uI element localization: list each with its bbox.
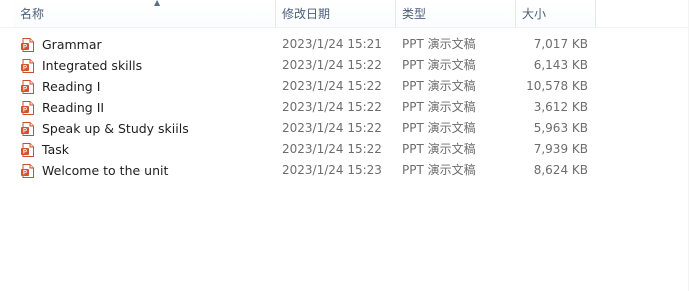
powerpoint-file-icon: P: [21, 38, 34, 52]
file-row[interactable]: P Grammar 2023/1/24 15:21 PPT 演示文稿 7,017…: [0, 34, 689, 55]
column-header-size-label: 大小: [522, 7, 547, 21]
file-name: Integrated skills: [42, 58, 143, 73]
file-date: 2023/1/24 15:23: [282, 163, 382, 177]
svg-text:P: P: [23, 87, 27, 93]
powerpoint-file-icon: P: [21, 143, 34, 157]
file-size: 5,963 KB: [533, 121, 588, 135]
svg-text:P: P: [23, 45, 27, 51]
file-row[interactable]: P Task 2023/1/24 15:22 PPT 演示文稿 7,939 KB: [0, 139, 689, 160]
svg-text:P: P: [23, 66, 27, 72]
file-size: 7,017 KB: [533, 37, 588, 51]
file-name: Reading II: [42, 100, 105, 115]
file-date: 2023/1/24 15:22: [282, 100, 382, 114]
file-size: 10,578 KB: [526, 79, 588, 93]
file-size: 7,939 KB: [533, 142, 588, 156]
column-header-size[interactable]: 大小: [516, 0, 596, 28]
column-header-date-label: 修改日期: [282, 7, 331, 21]
file-type: PPT 演示文稿: [402, 37, 476, 51]
column-header-bar: 名称 ▲ 修改日期 类型 大小: [0, 0, 689, 28]
file-name: Speak up & Study skiils: [42, 121, 189, 136]
sort-ascending-icon: ▲: [154, 0, 161, 7]
svg-text:P: P: [23, 108, 27, 114]
column-header-name[interactable]: 名称 ▲: [14, 0, 276, 28]
file-date: 2023/1/24 15:22: [282, 79, 382, 93]
svg-text:P: P: [23, 171, 27, 177]
powerpoint-file-icon: P: [21, 59, 34, 73]
file-row[interactable]: P Reading I 2023/1/24 15:22 PPT 演示文稿 10,…: [0, 76, 689, 97]
file-date: 2023/1/24 15:22: [282, 121, 382, 135]
file-type: PPT 演示文稿: [402, 121, 476, 135]
powerpoint-file-icon: P: [21, 101, 34, 115]
file-row[interactable]: P Welcome to the unit 2023/1/24 15:23 PP…: [0, 160, 689, 181]
file-size: 3,612 KB: [533, 100, 588, 114]
file-row[interactable]: P Speak up & Study skiils 2023/1/24 15:2…: [0, 118, 689, 139]
file-name: Task: [42, 142, 69, 157]
column-header-name-label: 名称: [20, 7, 45, 21]
file-name: Grammar: [42, 37, 102, 52]
file-type: PPT 演示文稿: [402, 58, 476, 72]
file-name: Reading I: [42, 79, 101, 94]
column-header-date[interactable]: 修改日期: [276, 0, 396, 28]
file-date: 2023/1/24 15:22: [282, 142, 382, 156]
file-size: 6,143 KB: [533, 58, 588, 72]
svg-text:P: P: [23, 150, 27, 156]
powerpoint-file-icon: P: [21, 122, 34, 136]
file-row[interactable]: P Integrated skills 2023/1/24 15:22 PPT …: [0, 55, 689, 76]
file-date: 2023/1/24 15:21: [282, 37, 382, 51]
file-list: P Grammar 2023/1/24 15:21 PPT 演示文稿 7,017…: [0, 34, 689, 181]
file-type: PPT 演示文稿: [402, 100, 476, 114]
svg-text:P: P: [23, 129, 27, 135]
file-name: Welcome to the unit: [42, 163, 169, 178]
file-type: PPT 演示文稿: [402, 163, 476, 177]
powerpoint-file-icon: P: [21, 80, 34, 94]
file-type: PPT 演示文稿: [402, 79, 476, 93]
file-date: 2023/1/24 15:22: [282, 58, 382, 72]
powerpoint-file-icon: P: [21, 164, 34, 178]
header-divider: [0, 27, 689, 28]
file-size: 8,624 KB: [533, 163, 588, 177]
file-type: PPT 演示文稿: [402, 142, 476, 156]
column-header-type-label: 类型: [402, 7, 427, 21]
column-header-type[interactable]: 类型: [396, 0, 516, 28]
file-row[interactable]: P Reading II 2023/1/24 15:22 PPT 演示文稿 3,…: [0, 97, 689, 118]
